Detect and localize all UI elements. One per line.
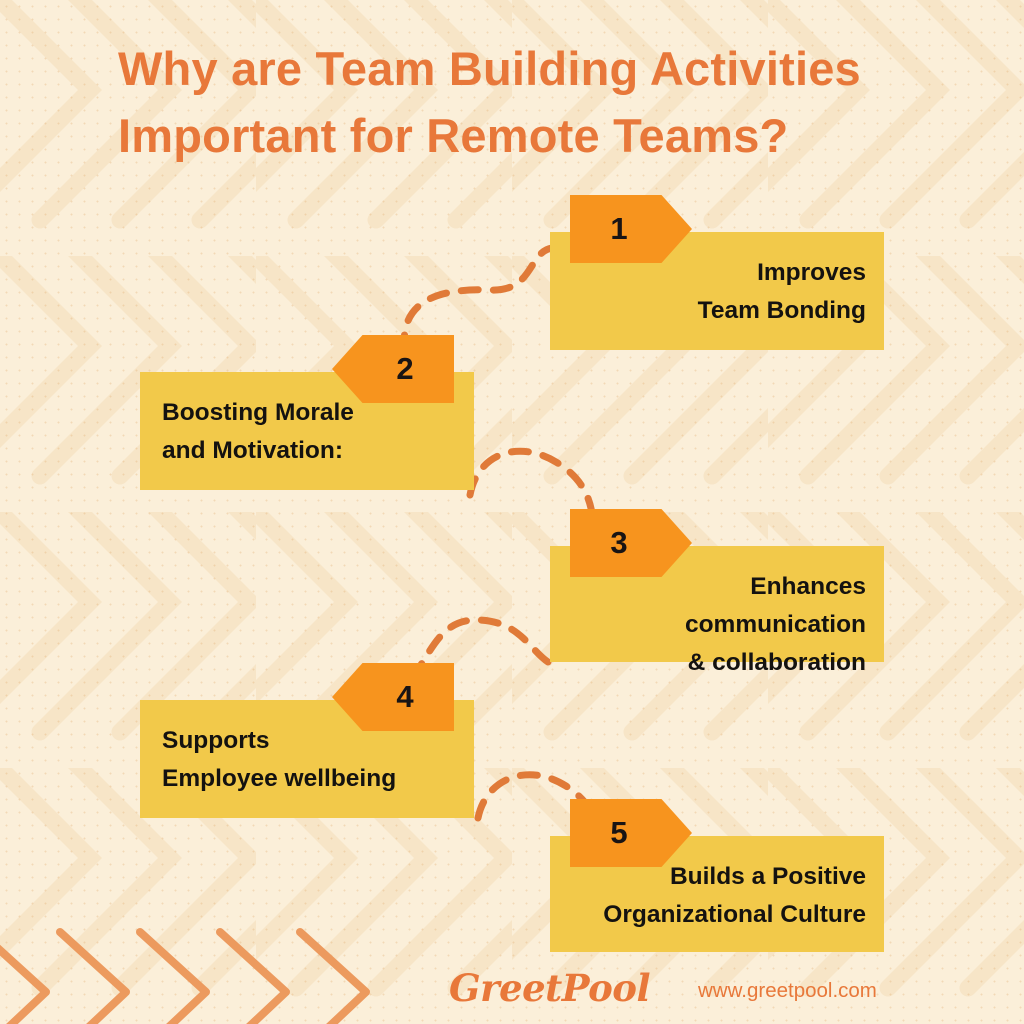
card-text-4: Supports Employee wellbeing — [162, 727, 397, 792]
step-card-1[interactable]: 1 Improves Team Bonding — [550, 195, 884, 350]
card-text-3: Enhances communication & collaboration — [684, 573, 866, 676]
step-card-5[interactable]: 5 Builds a Positive Organizational Cultu… — [550, 799, 884, 952]
page-title: Why are Team Building Activities Importa… — [118, 36, 958, 169]
title-line-2: Important for Remote Teams? — [118, 108, 789, 162]
step-number: 5 — [610, 815, 628, 850]
step-card-3[interactable]: 3 Enhances communication & collaboration — [550, 509, 884, 676]
brand-logo: GreetPool — [449, 966, 651, 1010]
step-number: 1 — [610, 211, 628, 246]
card-text-2: Boosting Morale and Motivation: — [162, 399, 354, 464]
step-card-4[interactable]: 4 Supports Employee wellbeing — [140, 663, 474, 818]
step-number: 3 — [610, 525, 628, 560]
title-line-1: Why are Team Building Activities — [118, 42, 861, 95]
card-text-1: Improves Team Bonding — [697, 259, 866, 324]
step-number: 2 — [396, 351, 414, 386]
card-text-5: Builds a Positive Organizational Culture — [603, 863, 866, 928]
step-number: 4 — [396, 679, 414, 714]
step-card-2[interactable]: 2 Boosting Morale and Motivation: — [140, 335, 474, 490]
website-url[interactable]: www.greetpool.com — [698, 979, 877, 1003]
